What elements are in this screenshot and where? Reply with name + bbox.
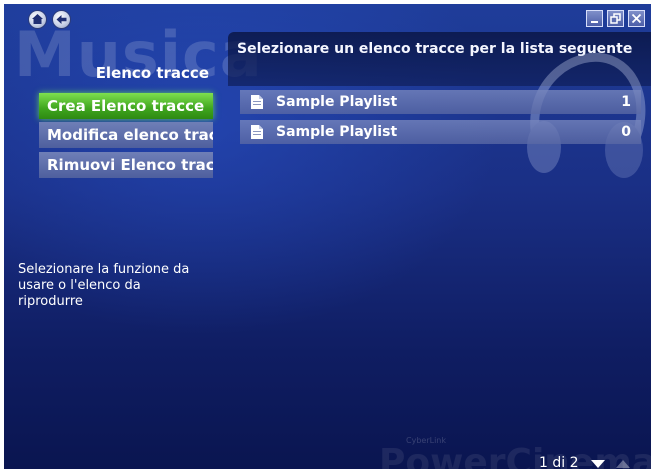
playlist-count: 1 (621, 94, 631, 110)
playlist-count: 0 (621, 124, 631, 140)
app-window: Musica Selezionare un elenco tracce per … (4, 4, 651, 469)
create-playlist-button[interactable]: Crea Elenco tracce (39, 93, 213, 119)
help-text: Selezionare la funzione da usare o l'ele… (18, 262, 190, 309)
page-up-icon[interactable] (615, 459, 631, 469)
remove-playlist-button[interactable]: Rimuovi Elenco tracce (39, 152, 213, 178)
playlist-row[interactable]: Sample Playlist 1 (240, 90, 641, 114)
document-icon (251, 125, 263, 139)
edit-playlist-button[interactable]: Modifica elenco tracce (39, 122, 213, 148)
back-button[interactable] (52, 10, 71, 29)
back-icon (56, 15, 67, 24)
home-icon (32, 14, 43, 24)
minimize-icon (591, 21, 598, 23)
home-button[interactable] (28, 10, 47, 29)
minimize-button[interactable] (586, 10, 603, 27)
playlist-name: Sample Playlist (276, 94, 398, 110)
section-title: Elenco tracce (95, 64, 209, 82)
playlist-row[interactable]: Sample Playlist 0 (240, 120, 641, 144)
playlist-name: Sample Playlist (276, 124, 398, 140)
restore-button[interactable] (607, 10, 624, 27)
document-icon (251, 95, 263, 109)
restore-icon (610, 13, 621, 24)
close-icon (631, 13, 642, 24)
close-button[interactable] (628, 10, 645, 27)
page-down-icon[interactable] (590, 459, 606, 469)
page-indicator: 1 di 2 (539, 455, 579, 469)
brand-watermark: PowerCinema (379, 442, 651, 469)
